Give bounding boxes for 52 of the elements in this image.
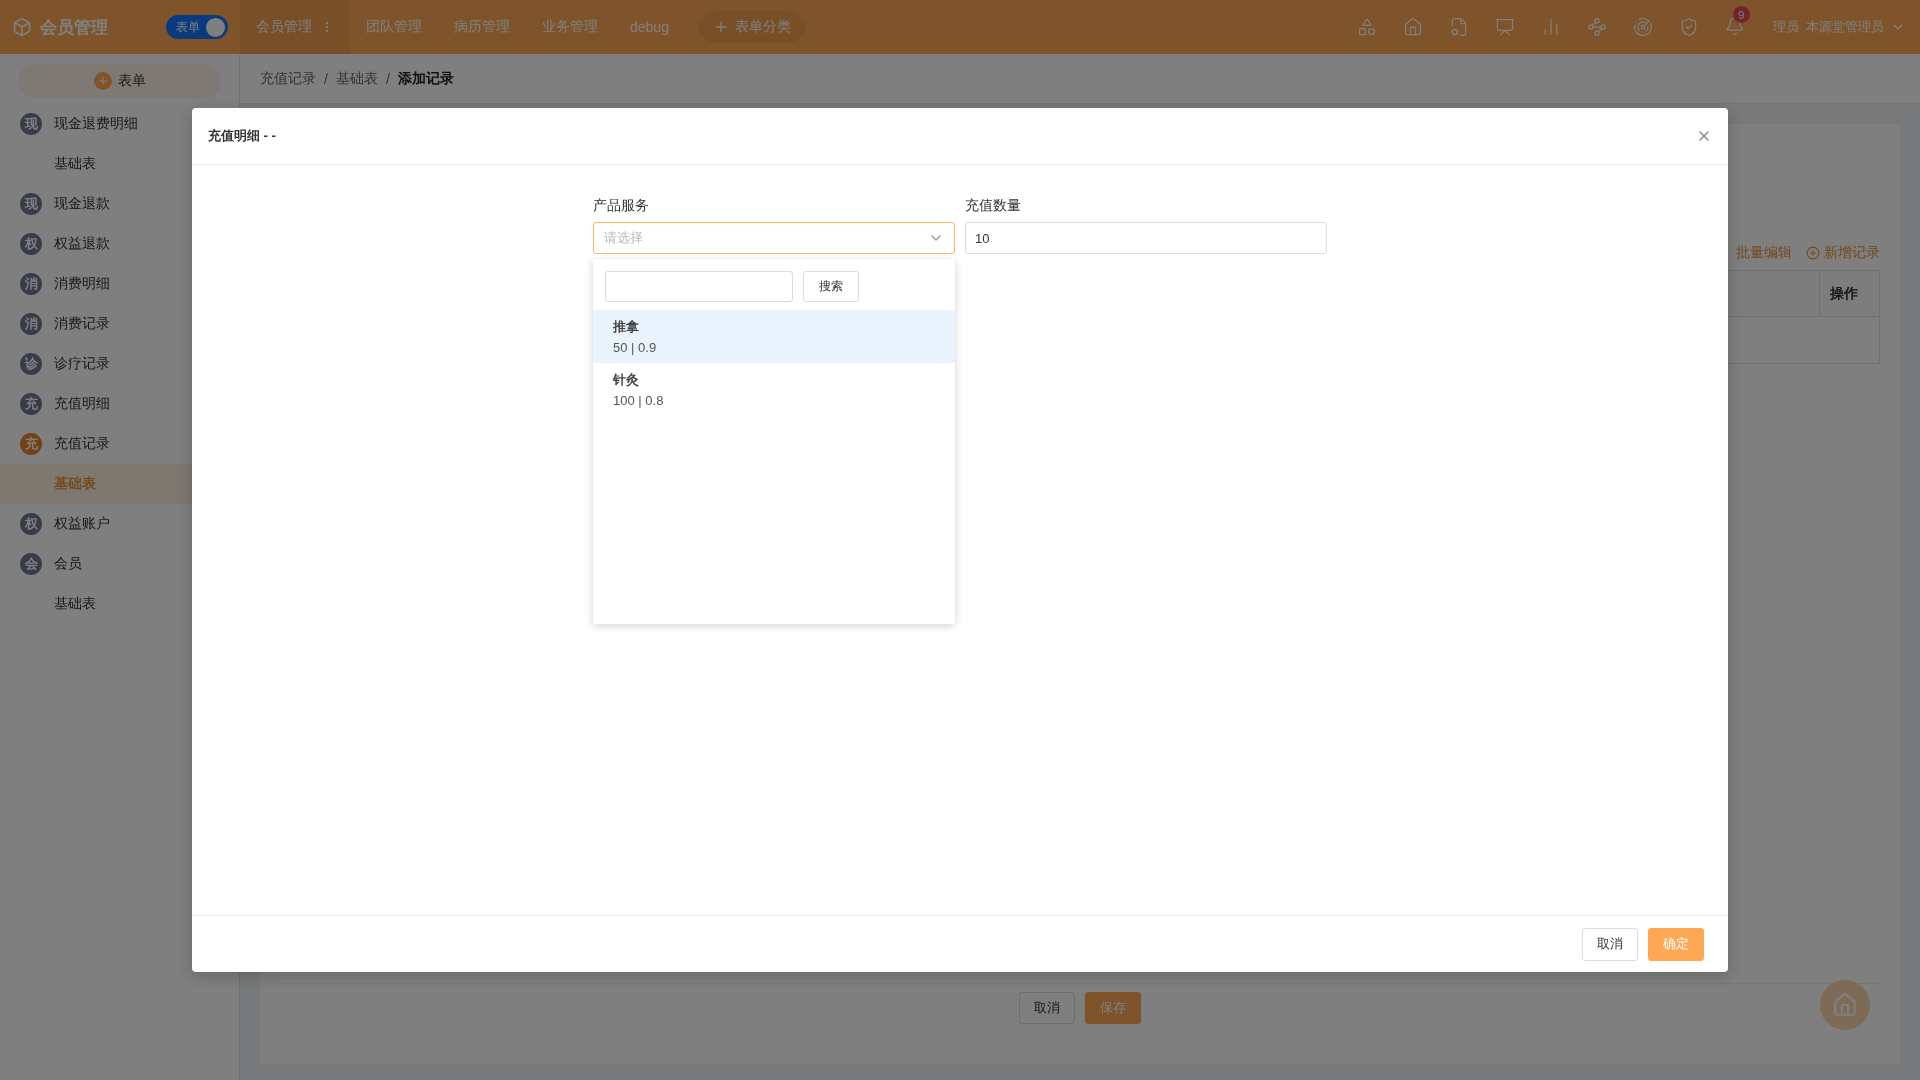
plus-circle-icon: [1806, 246, 1820, 260]
option-name: 推拿: [613, 318, 640, 336]
cancel-button[interactable]: 取消: [1019, 992, 1075, 1024]
search-button[interactable]: 搜索: [803, 271, 859, 302]
app-title: 会员管理: [40, 16, 108, 39]
waypoints-icon[interactable]: [1586, 17, 1607, 37]
notification-count: 9: [1732, 6, 1750, 23]
option-detail: 50 | 0.9: [613, 340, 658, 355]
letter-badge: 消: [20, 273, 42, 295]
sidebar-item[interactable]: 消 消费明细: [0, 264, 239, 304]
dialog-title: 充值明细 - -: [208, 127, 276, 145]
breadcrumb-item[interactable]: 添加记录: [397, 69, 454, 88]
search-field[interactable]: [605, 271, 793, 302]
sidebar-item[interactable]: 权 权益账户: [0, 504, 239, 544]
sidebar-item[interactable]: 充 充值明细: [0, 384, 239, 424]
letter-badge: 现: [20, 113, 42, 135]
letter-badge: 充: [20, 433, 42, 455]
option-detail: 100 | 0.8: [613, 393, 665, 408]
presentation-icon[interactable]: [1494, 17, 1515, 37]
letter-badge: 权: [20, 233, 42, 255]
breadcrumb-item[interactable]: 基础表: [335, 69, 378, 88]
field-label: 产品服务: [593, 197, 650, 215]
input-field[interactable]: 10: [965, 222, 1327, 254]
plus-icon: [93, 72, 112, 90]
shapes-icon[interactable]: [1356, 17, 1377, 37]
sidebar-item[interactable]: 权 权益退款: [0, 224, 239, 264]
breadcrumb-separator: /: [385, 70, 390, 87]
letter-badge: 诊: [20, 353, 42, 375]
option-name: 针灸: [613, 371, 640, 389]
home-icon[interactable]: [1402, 17, 1423, 37]
file-gear-icon[interactable]: [1448, 17, 1469, 37]
letter-badge: 充: [20, 393, 42, 415]
sidebar-item[interactable]: 现 现金退款: [0, 184, 239, 224]
sidebar-item[interactable]: 会 会员: [0, 544, 239, 584]
letter-badge: 会: [20, 553, 42, 575]
cancel-button[interactable]: 取消: [1582, 927, 1638, 961]
add-form-button[interactable]: 表单: [18, 64, 221, 98]
breadcrumb-item[interactable]: 充值记录: [260, 69, 316, 88]
breadcrumb-separator: /: [324, 70, 328, 87]
dropdown-option[interactable]: 推拿 50 | 0.9: [593, 310, 955, 363]
radar-icon[interactable]: [1632, 17, 1653, 37]
column-header: 操作: [1819, 271, 1879, 316]
letter-badge: 权: [20, 513, 42, 535]
field-label: 充值数量: [965, 197, 1022, 215]
cube-icon: [12, 17, 32, 37]
home-icon: [1832, 992, 1858, 1018]
letter-badge: 消: [20, 313, 42, 335]
mode-toggle[interactable]: 表单: [166, 15, 228, 39]
sidebar-item[interactable]: 诊 诊疗记录: [0, 344, 239, 384]
sidebar-item[interactable]: 消 消费记录: [0, 304, 239, 344]
letter-badge: 现: [20, 193, 42, 215]
dropdown-option[interactable]: 针灸 100 | 0.8: [593, 363, 955, 416]
